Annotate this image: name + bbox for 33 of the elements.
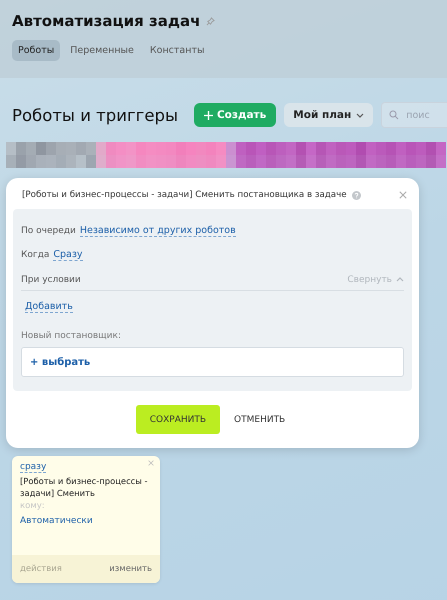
field-label: Когда [21, 250, 50, 260]
condition-label: При условии [21, 274, 81, 284]
field-value-link[interactable]: Независимо от других роботов [80, 225, 236, 237]
close-icon[interactable] [399, 191, 407, 199]
plus-icon [204, 110, 213, 120]
tab[interactable]: Переменные [64, 40, 140, 61]
dialog-title: [Роботы и бизнес-процессы - задачи] Сменить постановщика в задаче [22, 190, 347, 200]
save-button[interactable]: СОХРАНИТЬ [136, 405, 220, 434]
page-title: Автоматизация задач [12, 12, 200, 30]
create-button[interactable]: Создать [194, 103, 276, 127]
field-label: По очереди [21, 226, 76, 236]
tab[interactable]: Константы [144, 40, 210, 61]
chevron-down-icon [356, 112, 364, 118]
cancel-button[interactable]: ОТМЕНИТЬ [230, 414, 290, 424]
select-link[interactable]: + выбрать [30, 356, 90, 368]
edit-link[interactable]: изменить [109, 564, 152, 574]
help-icon[interactable] [352, 190, 361, 200]
robot-title: [Роботы и бизнес-процессы - задачи] Сменить [20, 475, 149, 500]
user-picker[interactable]: + выбрать [21, 347, 404, 377]
when-link[interactable]: сразу [20, 462, 46, 473]
add-condition-link[interactable]: Добавить [25, 301, 73, 313]
pin-icon[interactable] [206, 16, 216, 26]
to-label: кому: [20, 501, 46, 512]
search-field[interactable]: поис [381, 102, 447, 128]
field-label: Новый постановщик: [21, 331, 122, 341]
to-value: Автоматически [20, 516, 94, 526]
tab[interactable]: Роботы [12, 40, 60, 61]
close-icon[interactable] [148, 460, 154, 466]
chevron-up-icon [396, 277, 404, 282]
section-heading: Роботы и триггеры [12, 106, 178, 124]
field-value-link[interactable]: Сразу [53, 249, 83, 261]
plan-dropdown[interactable]: Мой план [284, 103, 374, 127]
search-icon [389, 110, 400, 120]
